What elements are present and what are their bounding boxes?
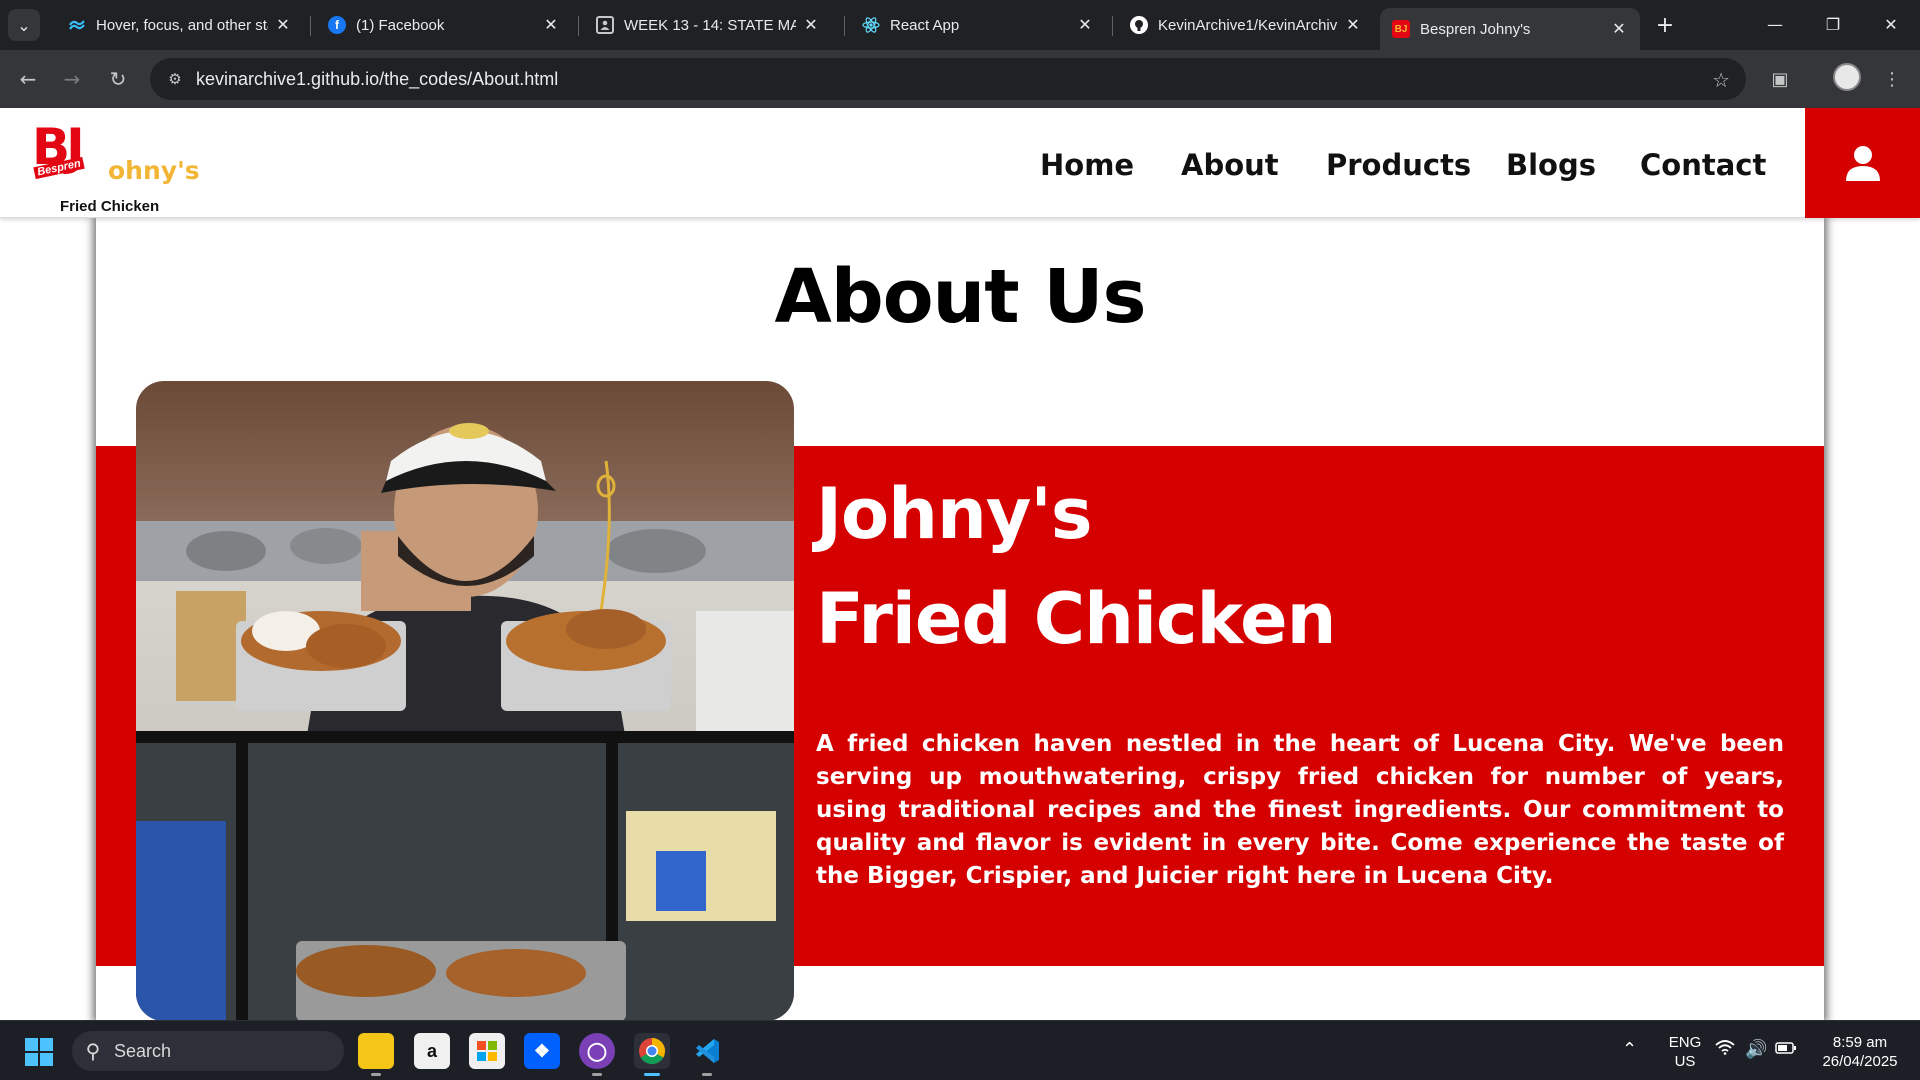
back-button[interactable]: ← xyxy=(12,63,44,95)
vscode-icon[interactable] xyxy=(689,1033,725,1076)
tab-week13[interactable]: WEEK 13 - 14: STATE MANA ✕ xyxy=(584,8,832,42)
tab-title: Hover, focus, and other sta xyxy=(96,16,268,34)
nav-products[interactable]: Products xyxy=(1326,148,1471,182)
tab-title: KevinArchive1/KevinArchiv xyxy=(1158,16,1338,34)
extensions-icon[interactable]: ▣ xyxy=(1764,63,1796,95)
volume-icon[interactable]: 🔊 xyxy=(1745,1039,1767,1060)
minimize-window-button[interactable]: — xyxy=(1752,8,1798,40)
tab-title: (1) Facebook xyxy=(356,16,445,34)
tab-react-app[interactable]: React App ✕ xyxy=(850,8,1106,42)
windows-taskbar: ⚲ Search a ❖ ◯ ⌃ ENG US 🔊 8:59 am 26/04/… xyxy=(0,1020,1920,1080)
site-header: BJ ohny's Bespren Fried Chicken Home Abo… xyxy=(0,108,1920,218)
tab-tailwind[interactable]: Hover, focus, and other sta ✕ xyxy=(56,8,304,42)
bespren-logo-icon: BJ xyxy=(1392,20,1410,38)
reload-button[interactable]: ↻ xyxy=(102,63,134,95)
browser-tab-strip: ⌄ Hover, focus, and other sta ✕ f (1) Fa… xyxy=(0,0,1920,50)
address-bar[interactable]: ⚙ kevinarchive1.github.io/the_codes/Abou… xyxy=(150,58,1746,100)
browser-toolbar: ← → ↻ ⚙ kevinarchive1.github.io/the_code… xyxy=(0,50,1920,108)
close-tab-icon[interactable]: ✕ xyxy=(1610,19,1628,39)
language-code: ENG xyxy=(1668,1034,1702,1051)
owner-holding-chicken-image xyxy=(136,381,794,1020)
search-label: Search xyxy=(114,1040,172,1061)
logo-subtitle: Fried Chicken xyxy=(60,198,160,215)
nav-home[interactable]: Home xyxy=(1040,148,1134,182)
tab-bespren-johnys[interactable]: BJ Bespren Johny's ✕ xyxy=(1380,8,1640,50)
github-icon xyxy=(1130,16,1148,34)
user-icon xyxy=(1845,146,1880,181)
wifi-icon[interactable] xyxy=(1715,1039,1735,1060)
tab-github[interactable]: KevinArchive1/KevinArchiv ✕ xyxy=(1118,8,1374,42)
tab-title: Bespren Johny's xyxy=(1420,20,1531,38)
bespren-johnys-logo[interactable]: BJ ohny's Bespren Fried Chicken xyxy=(30,118,200,215)
close-tab-icon[interactable]: ✕ xyxy=(1076,15,1094,35)
tab-title: WEEK 13 - 14: STATE MANA xyxy=(624,16,796,34)
tab-title: React App xyxy=(890,16,960,34)
tab-separator xyxy=(1112,16,1113,36)
forward-button[interactable]: → xyxy=(56,63,88,95)
tab-search-button[interactable]: ⌄ xyxy=(8,9,40,41)
github-desktop-icon[interactable]: ◯ xyxy=(579,1033,615,1076)
battery-icon[interactable] xyxy=(1775,1039,1797,1060)
close-tab-icon[interactable]: ✕ xyxy=(1344,15,1362,35)
show-hidden-icons-chevron-icon[interactable]: ⌃ xyxy=(1622,1039,1637,1060)
address-url[interactable]: kevinarchive1.github.io/the_codes/About.… xyxy=(196,69,558,90)
browser-menu-icon[interactable]: ⋮ xyxy=(1876,63,1908,95)
close-tab-icon[interactable]: ✕ xyxy=(542,15,560,35)
nav-blogs[interactable]: Blogs xyxy=(1506,148,1596,182)
new-tab-button[interactable]: + xyxy=(1650,10,1680,40)
tailwind-icon xyxy=(68,16,86,34)
clock-date: 26/04/2025 xyxy=(1822,1053,1898,1070)
clock-time: 8:59 am xyxy=(1832,1034,1888,1051)
facebook-icon: f xyxy=(328,16,346,34)
nav-about[interactable]: About xyxy=(1181,148,1279,182)
restore-window-button[interactable]: ❐ xyxy=(1810,8,1856,40)
brand-name-line2: Fried Chicken xyxy=(816,578,1336,660)
react-icon xyxy=(862,16,880,34)
close-tab-icon[interactable]: ✕ xyxy=(802,15,820,35)
file-explorer-icon[interactable] xyxy=(358,1033,394,1076)
input-language-indicator[interactable]: ENG US xyxy=(1665,1033,1705,1071)
profile-avatar[interactable] xyxy=(1833,63,1861,91)
search-icon: ⚲ xyxy=(85,1040,101,1063)
clock[interactable]: 8:59 am 26/04/2025 xyxy=(1812,1033,1908,1071)
brand-name-line1: Johny's xyxy=(816,473,1093,555)
site-info-icon[interactable]: ⚙ xyxy=(158,70,192,88)
logo-name: ohny's xyxy=(108,156,200,185)
amazon-icon[interactable]: a xyxy=(414,1033,450,1069)
tab-separator xyxy=(310,16,311,36)
tab-separator xyxy=(844,16,845,36)
about-description: A fried chicken haven nestled in the hea… xyxy=(816,731,1784,889)
chrome-icon[interactable] xyxy=(634,1033,670,1076)
microsoft-store-icon[interactable] xyxy=(469,1033,505,1069)
windows-start-icon[interactable] xyxy=(24,1037,54,1067)
close-tab-icon[interactable]: ✕ xyxy=(274,15,292,35)
about-section: About Us Johny's Fried Chicken A fried c… xyxy=(96,218,1824,1020)
close-window-button[interactable]: ✕ xyxy=(1868,8,1914,40)
taskbar-search-box[interactable]: ⚲ Search xyxy=(72,1031,344,1071)
region-code: US xyxy=(1674,1053,1696,1070)
dropbox-icon[interactable]: ❖ xyxy=(524,1033,560,1069)
owner-photo xyxy=(136,381,794,1020)
tab-separator xyxy=(578,16,579,36)
nav-contact[interactable]: Contact xyxy=(1640,148,1766,182)
bookmark-star-icon[interactable]: ☆ xyxy=(1712,68,1730,92)
page-title: About Us xyxy=(774,254,1146,340)
tab-facebook[interactable]: f (1) Facebook ✕ xyxy=(316,8,572,42)
user-account-button[interactable] xyxy=(1805,108,1920,218)
classroom-icon xyxy=(596,16,614,34)
